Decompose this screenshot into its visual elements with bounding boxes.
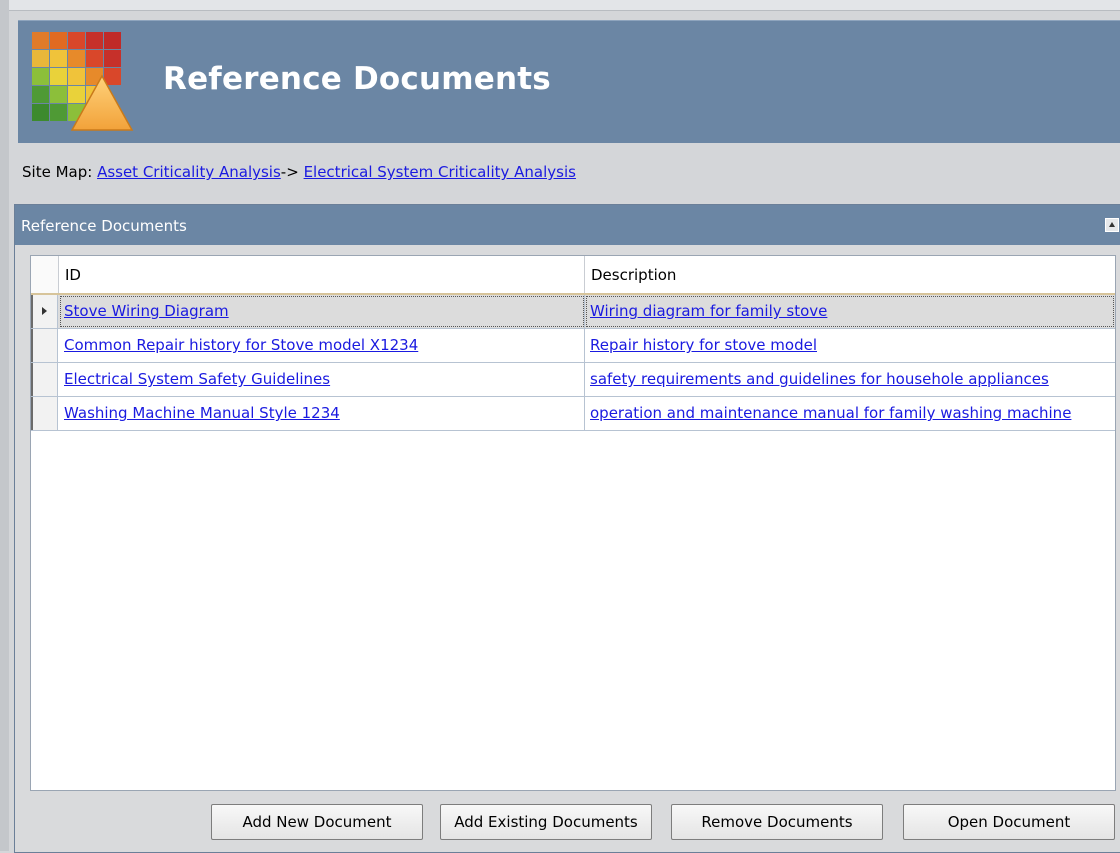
- cell-id: Common Repair history for Stove model X1…: [59, 329, 585, 362]
- page-header: Reference Documents: [18, 20, 1120, 143]
- documents-grid: ID Description Stove Wiring Diagram Wiri…: [30, 255, 1116, 791]
- table-row[interactable]: Common Repair history for Stove model X1…: [31, 329, 1115, 363]
- cell-description: Wiring diagram for family stove: [585, 295, 1115, 328]
- row-selector-header: [31, 256, 59, 293]
- row-selector[interactable]: [31, 295, 58, 328]
- cell-description: Repair history for stove model: [585, 329, 1115, 362]
- cell-id: Washing Machine Manual Style 1234: [59, 397, 585, 430]
- document-id-link[interactable]: Stove Wiring Diagram: [64, 302, 229, 320]
- document-id-link[interactable]: Electrical System Safety Guidelines: [64, 370, 330, 388]
- page-title: Reference Documents: [163, 61, 551, 97]
- add-new-document-button[interactable]: Add New Document: [211, 804, 423, 840]
- cell-id: Electrical System Safety Guidelines: [59, 363, 585, 396]
- breadcrumb-electrical-system-criticality-analysis[interactable]: Electrical System Criticality Analysis: [304, 163, 576, 181]
- add-existing-documents-button[interactable]: Add Existing Documents: [440, 804, 652, 840]
- document-description-link[interactable]: operation and maintenance manual for fam…: [590, 404, 1071, 422]
- row-selector[interactable]: [31, 329, 58, 362]
- window-top-edge: [0, 0, 1120, 11]
- document-description-link[interactable]: Repair history for stove model: [590, 336, 817, 354]
- cell-description: operation and maintenance manual for fam…: [585, 397, 1115, 430]
- breadcrumb: Site Map: Asset Criticality Analysis-> E…: [22, 163, 576, 181]
- document-description-link[interactable]: safety requirements and guidelines for h…: [590, 370, 1049, 388]
- column-header-description-label: Description: [591, 266, 677, 284]
- table-row[interactable]: Washing Machine Manual Style 1234 operat…: [31, 397, 1115, 431]
- document-id-link[interactable]: Common Repair history for Stove model X1…: [64, 336, 418, 354]
- column-header-description[interactable]: Description: [585, 256, 1115, 293]
- grid-header: ID Description: [31, 256, 1115, 295]
- document-description-link[interactable]: Wiring diagram for family stove: [590, 302, 827, 320]
- cell-id: Stove Wiring Diagram: [59, 295, 585, 328]
- collapse-panel-icon[interactable]: [1105, 218, 1119, 232]
- sitemap-label: Site Map:: [22, 163, 93, 181]
- column-header-id[interactable]: ID: [59, 256, 585, 293]
- window-left-edge: [0, 0, 9, 851]
- breadcrumb-separator: ->: [280, 163, 299, 181]
- breadcrumb-asset-criticality-analysis[interactable]: Asset Criticality Analysis: [97, 163, 281, 181]
- column-header-id-label: ID: [65, 266, 81, 284]
- open-document-button[interactable]: Open Document: [903, 804, 1115, 840]
- document-id-link[interactable]: Washing Machine Manual Style 1234: [64, 404, 340, 422]
- current-row-arrow-icon: [42, 307, 47, 315]
- cell-description: safety requirements and guidelines for h…: [585, 363, 1115, 396]
- table-row[interactable]: Stove Wiring Diagram Wiring diagram for …: [31, 295, 1115, 329]
- panel-header: Reference Documents: [15, 205, 1120, 245]
- criticality-matrix-logo-icon: [32, 32, 134, 131]
- panel-title: Reference Documents: [21, 217, 187, 235]
- row-selector[interactable]: [31, 363, 58, 396]
- row-selector[interactable]: [31, 397, 58, 430]
- table-row[interactable]: Electrical System Safety Guidelines safe…: [31, 363, 1115, 397]
- remove-documents-button[interactable]: Remove Documents: [671, 804, 883, 840]
- reference-documents-panel: Reference Documents ID Description Stove…: [14, 204, 1120, 853]
